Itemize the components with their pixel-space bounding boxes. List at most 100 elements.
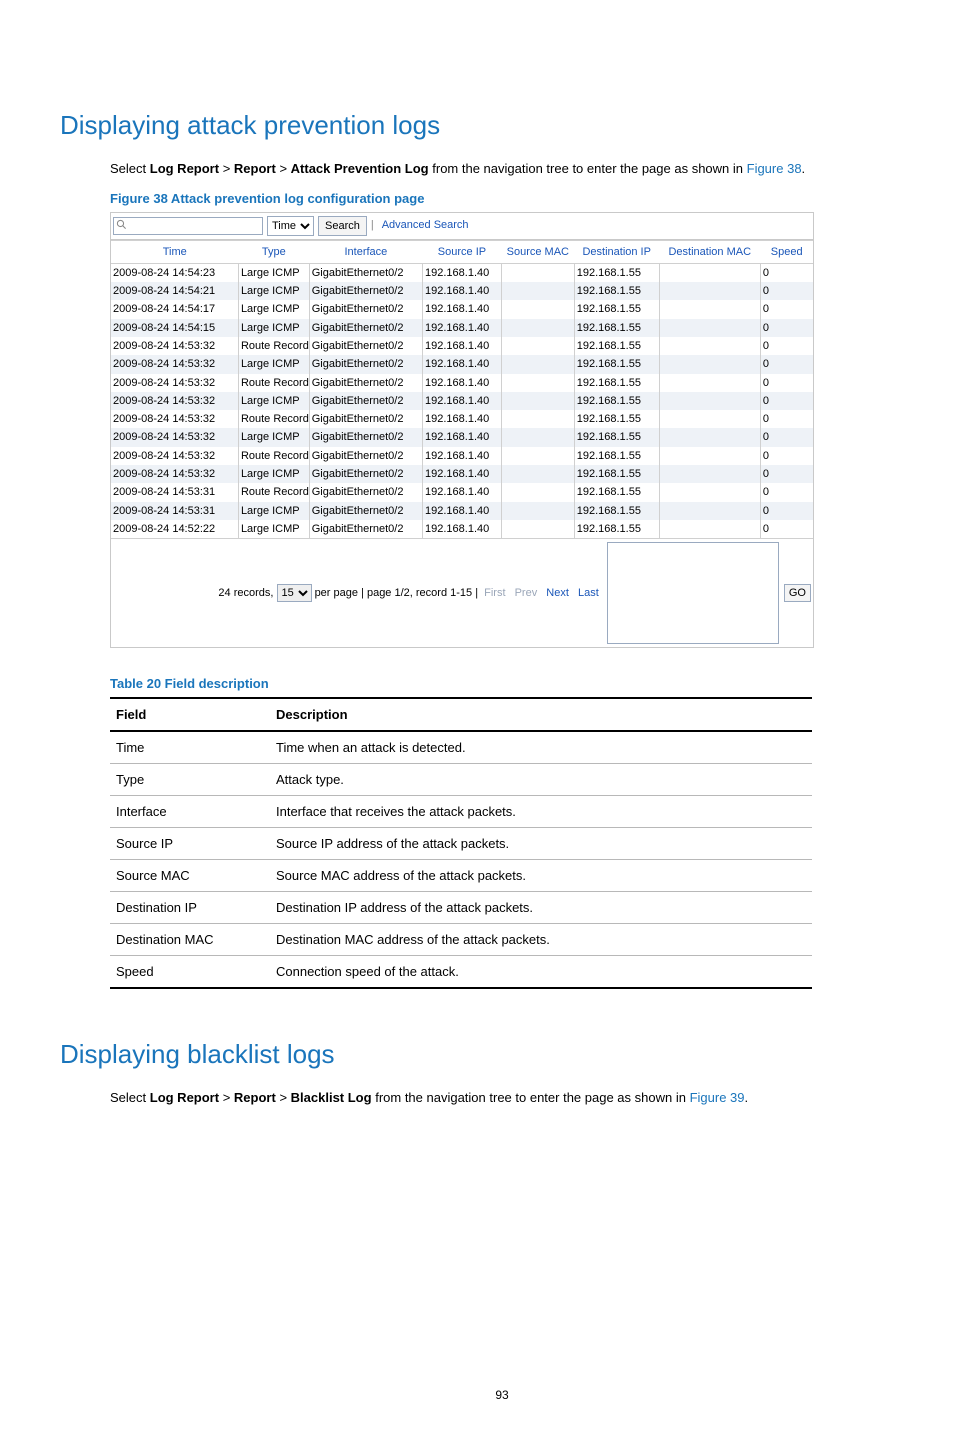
log-cell: 0 <box>760 263 813 282</box>
log-cell: Large ICMP <box>238 319 309 337</box>
log-col-5[interactable]: Destination IP <box>574 240 659 263</box>
next-link[interactable]: Next <box>546 587 569 599</box>
log-cell: GigabitEthernet0/2 <box>309 410 422 428</box>
log-cell: Large ICMP <box>238 392 309 410</box>
log-col-3[interactable]: Source IP <box>423 240 502 263</box>
log-cell: Large ICMP <box>238 520 309 538</box>
desc-cell: Source IP address of the attack packets. <box>270 828 812 860</box>
log-row: 2009-08-24 14:54:21Large ICMPGigabitEthe… <box>111 282 813 300</box>
log-cell: 0 <box>760 447 813 465</box>
prev-link: Prev <box>515 587 538 599</box>
text: from the navigation tree to enter the pa… <box>375 1090 689 1105</box>
log-cell: GigabitEthernet0/2 <box>309 263 422 282</box>
log-cell: 192.168.1.40 <box>423 483 502 501</box>
log-col-1[interactable]: Type <box>238 240 309 263</box>
log-cell: 192.168.1.40 <box>423 428 502 446</box>
log-cell <box>501 337 574 355</box>
figure-link-39[interactable]: Figure 39 <box>690 1090 745 1105</box>
log-col-4[interactable]: Source MAC <box>501 240 574 263</box>
log-cell: GigabitEthernet0/2 <box>309 300 422 318</box>
breadcrumb-sep: > <box>279 161 290 176</box>
log-cell: Large ICMP <box>238 300 309 318</box>
log-col-7[interactable]: Speed <box>760 240 813 263</box>
search-input[interactable] <box>113 217 263 235</box>
log-cell: 192.168.1.55 <box>574 502 659 520</box>
page-info: per page | page 1/2, record 1-15 | <box>315 587 479 599</box>
desc-cell: Speed <box>110 956 270 989</box>
desc-cell: Source IP <box>110 828 270 860</box>
log-cell: Large ICMP <box>238 502 309 520</box>
section2-paragraph: Select Log Report > Report > Blacklist L… <box>110 1088 894 1108</box>
log-cell: 0 <box>760 337 813 355</box>
per-page-select[interactable]: 15 <box>277 584 312 602</box>
log-cell: 2009-08-24 14:53:32 <box>111 337 238 355</box>
desc-row: SpeedConnection speed of the attack. <box>110 956 812 989</box>
search-field-select[interactable]: Time <box>267 216 314 236</box>
last-link[interactable]: Last <box>578 587 599 599</box>
go-button[interactable]: GO <box>784 584 811 602</box>
log-cell: 192.168.1.55 <box>574 392 659 410</box>
log-cell: 2009-08-24 14:53:32 <box>111 410 238 428</box>
desc-cell: Destination MAC address of the attack pa… <box>270 924 812 956</box>
search-box <box>113 217 263 235</box>
breadcrumb-sep: > <box>223 161 234 176</box>
desc-cell: Connection speed of the attack. <box>270 956 812 989</box>
log-cell: 0 <box>760 282 813 300</box>
log-cell: GigabitEthernet0/2 <box>309 520 422 538</box>
log-cell: 0 <box>760 410 813 428</box>
page-number: 93 <box>110 1388 894 1402</box>
figure-link-38[interactable]: Figure 38 <box>747 161 802 176</box>
log-footer: 24 records, 15 per page | page 1/2, reco… <box>111 538 813 647</box>
log-cell: 192.168.1.55 <box>574 355 659 373</box>
log-cell: 2009-08-24 14:52:22 <box>111 520 238 538</box>
log-panel: Time Search | Advanced Search TimeTypeIn… <box>110 212 814 649</box>
desc-cell: Time when an attack is detected. <box>270 731 812 764</box>
log-cell: 192.168.1.40 <box>423 319 502 337</box>
desc-cell: Interface that receives the attack packe… <box>270 796 812 828</box>
figure-38-caption: Figure 38 Attack prevention log configur… <box>110 191 894 206</box>
log-row: 2009-08-24 14:53:32Route RecordGigabitEt… <box>111 374 813 392</box>
log-cell <box>659 502 760 520</box>
log-row: 2009-08-24 14:53:32Route RecordGigabitEt… <box>111 337 813 355</box>
log-cell <box>501 483 574 501</box>
breadcrumb-sep: > <box>223 1090 234 1105</box>
log-cell <box>659 520 760 538</box>
log-cell: 2009-08-24 14:53:32 <box>111 447 238 465</box>
heading-blacklist: Displaying blacklist logs <box>60 1039 894 1070</box>
desc-cell: Type <box>110 764 270 796</box>
log-cell: 0 <box>760 502 813 520</box>
desc-cell: Source MAC address of the attack packets… <box>270 860 812 892</box>
log-row: 2009-08-24 14:54:17Large ICMPGigabitEthe… <box>111 300 813 318</box>
log-cell: 192.168.1.55 <box>574 428 659 446</box>
log-cell: 192.168.1.40 <box>423 374 502 392</box>
log-cell: GigabitEthernet0/2 <box>309 392 422 410</box>
log-cell <box>659 374 760 392</box>
log-cell: 192.168.1.55 <box>574 300 659 318</box>
log-cell <box>501 263 574 282</box>
log-cell: Route Record <box>238 483 309 501</box>
advanced-search-link[interactable]: Advanced Search <box>382 218 469 232</box>
log-row: 2009-08-24 14:53:32Large ICMPGigabitEthe… <box>111 428 813 446</box>
log-col-0[interactable]: Time <box>111 240 238 263</box>
log-row: 2009-08-24 14:54:23Large ICMPGigabitEthe… <box>111 263 813 282</box>
log-row: 2009-08-24 14:54:15Large ICMPGigabitEthe… <box>111 319 813 337</box>
desc-row: Destination IPDestination IP address of … <box>110 892 812 924</box>
log-cell: Route Record <box>238 410 309 428</box>
log-cell <box>659 355 760 373</box>
log-cell <box>659 483 760 501</box>
page-input[interactable] <box>607 542 779 644</box>
th-field: Field <box>110 698 270 731</box>
first-link: First <box>484 587 505 599</box>
log-cell <box>659 447 760 465</box>
log-col-6[interactable]: Destination MAC <box>659 240 760 263</box>
breadcrumb-2: Report <box>234 1090 276 1105</box>
log-col-2[interactable]: Interface <box>309 240 422 263</box>
log-row: 2009-08-24 14:53:31Large ICMPGigabitEthe… <box>111 502 813 520</box>
log-row: 2009-08-24 14:53:32Route RecordGigabitEt… <box>111 447 813 465</box>
log-cell <box>659 465 760 483</box>
search-button[interactable]: Search <box>318 216 367 236</box>
log-cell: GigabitEthernet0/2 <box>309 447 422 465</box>
log-cell <box>501 428 574 446</box>
log-cell <box>659 263 760 282</box>
log-row: 2009-08-24 14:52:22Large ICMPGigabitEthe… <box>111 520 813 538</box>
